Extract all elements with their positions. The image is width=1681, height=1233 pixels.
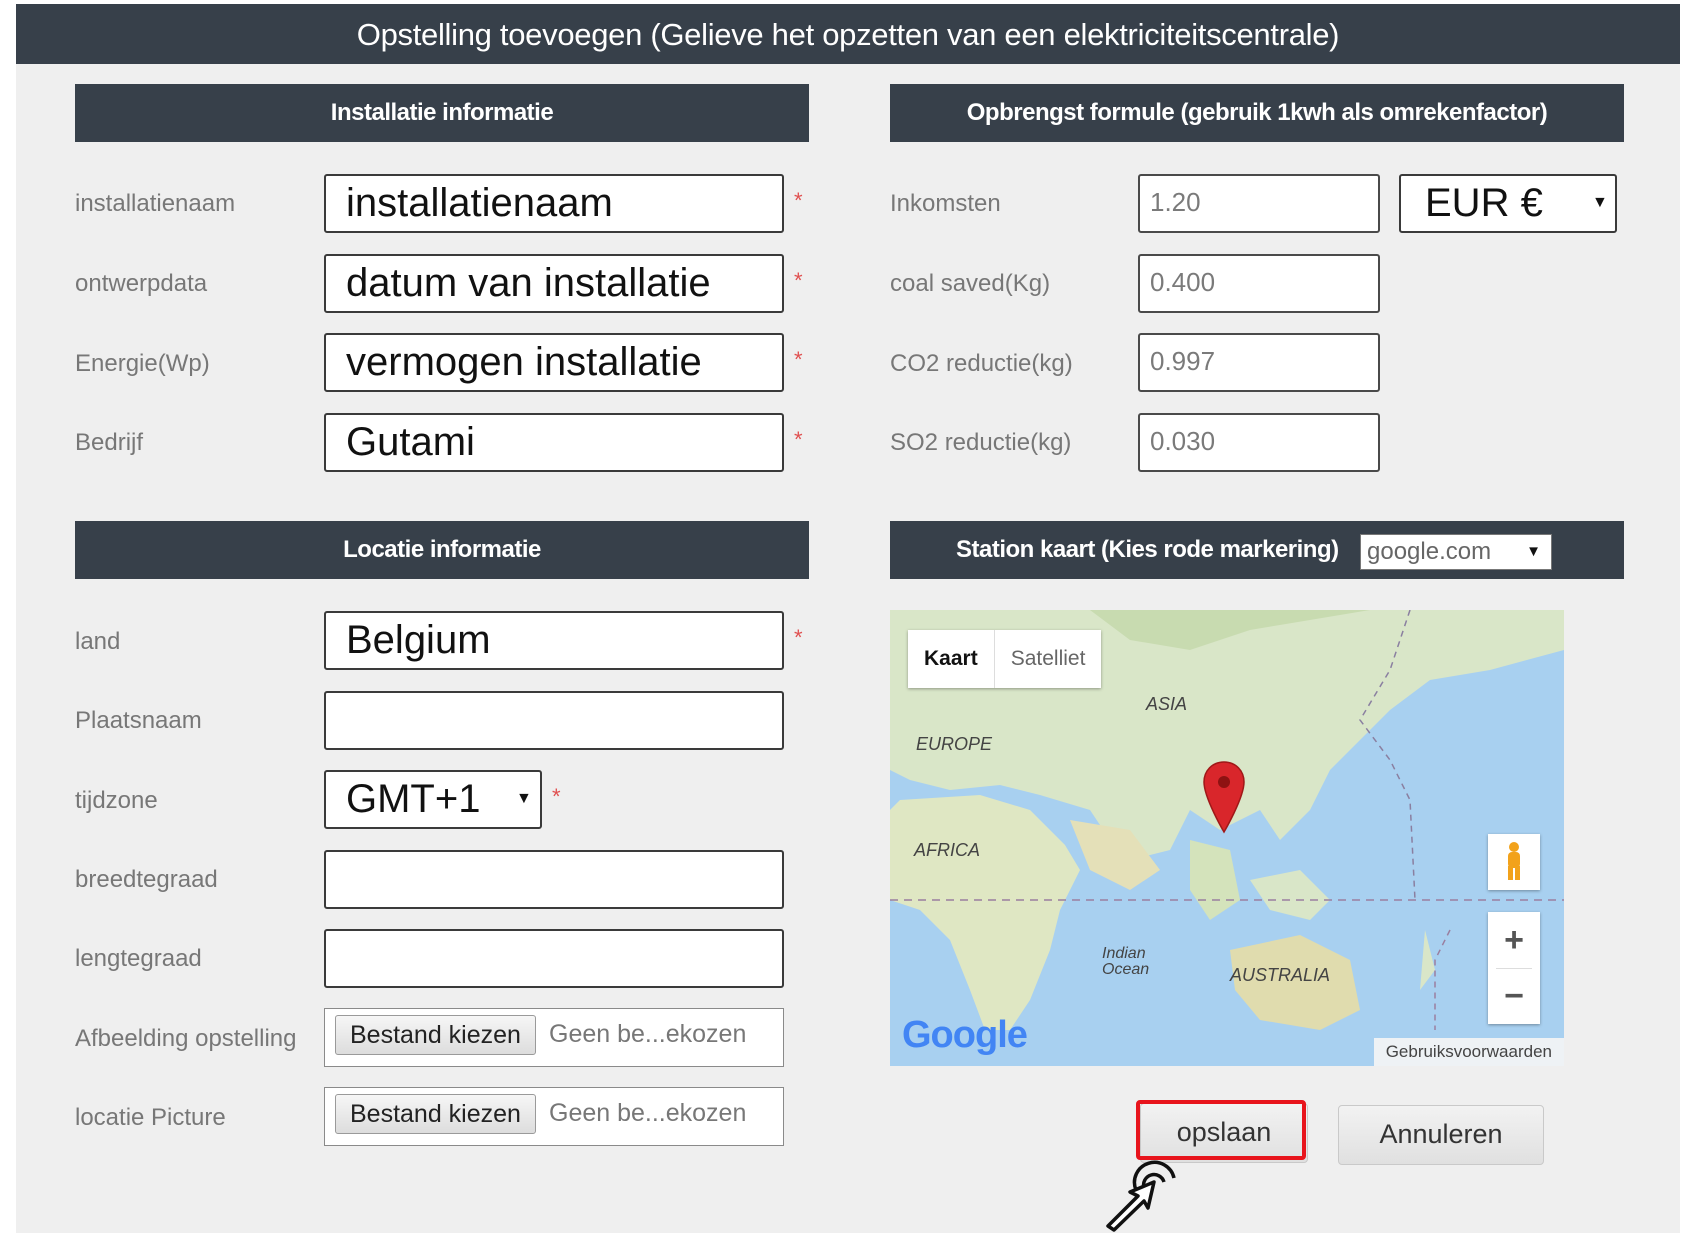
map-label-indian-ocean: Indian Ocean	[1102, 946, 1149, 978]
map-provider-value: google.com	[1367, 538, 1492, 565]
timezone-select[interactable]: GMT+1	[324, 770, 542, 829]
co2-reduction-label: CO2 reductie(kg)	[890, 350, 1073, 377]
city-input[interactable]	[324, 691, 784, 750]
dialog-title: Opstelling toevoegen (Gelieve het opzett…	[16, 4, 1680, 64]
installation-name-label: installatienaam	[75, 190, 236, 217]
timezone-value: GMT+1	[346, 777, 481, 821]
map-type-tabs: Kaart Satelliet	[908, 630, 1102, 688]
latitude-label: breedtegraad	[75, 866, 218, 893]
required-marker: *	[794, 188, 803, 213]
design-date-label: ontwerpdata	[75, 270, 208, 297]
zoom-controls: + −	[1488, 912, 1540, 1024]
chevron-down-icon: ▼	[1592, 194, 1608, 211]
location-picture-upload: Bestand kiezen Geen be...ekozen	[324, 1087, 784, 1146]
company-label: Bedrijf	[75, 429, 144, 456]
map-tab-satellite[interactable]: Satelliet	[993, 630, 1102, 688]
required-marker: *	[794, 268, 803, 293]
longitude-label: lengtegraad	[75, 945, 202, 972]
map-label-africa: AFRICA	[914, 840, 981, 860]
energy-input[interactable]: vermogen installatie	[324, 333, 784, 392]
company-input[interactable]: Gutami	[324, 413, 784, 472]
latitude-input[interactable]	[324, 850, 784, 909]
map-label-indian: Indian	[1102, 945, 1146, 962]
map-terms-link[interactable]: Gebruiksvoorwaarden	[1373, 1038, 1564, 1066]
coal-saved-input[interactable]: 0.400	[1138, 254, 1380, 313]
map-tab-kaart[interactable]: Kaart	[908, 630, 994, 688]
station-map[interactable]: Kaart Satelliet ASIA EUROPE AFRICA India…	[890, 610, 1564, 1066]
choose-file-button[interactable]: Bestand kiezen	[335, 1094, 536, 1134]
timezone-label: tijdzone	[75, 787, 158, 814]
chevron-down-icon: ▼	[1526, 543, 1541, 560]
installation-name-input[interactable]: installatienaam	[324, 174, 784, 233]
no-file-chosen-text: Geen be...ekozen	[549, 1099, 747, 1127]
installation-image-label: Afbeelding opstelling	[75, 1025, 297, 1052]
required-marker: *	[794, 347, 803, 372]
required-marker: *	[794, 427, 803, 452]
required-marker: *	[552, 784, 561, 809]
yield-header: Opbrengst formule (gebruik 1kwh als omre…	[890, 84, 1624, 142]
location-header: Locatie informatie	[75, 521, 809, 579]
chevron-down-icon: ▼	[516, 790, 532, 807]
country-input[interactable]: Belgium	[324, 611, 784, 670]
cancel-button[interactable]: Annuleren	[1338, 1105, 1544, 1165]
longitude-input[interactable]	[324, 929, 784, 988]
map-provider-select[interactable]: google.com ▼	[1360, 534, 1552, 570]
country-label: land	[75, 628, 121, 655]
installation-header: Installatie informatie	[75, 84, 809, 142]
map-label-ocean: Ocean	[1102, 961, 1150, 978]
map-header-title: Station kaart (Kies rode markering)	[956, 536, 1339, 563]
income-label: Inkomsten	[890, 190, 1001, 217]
so2-reduction-input[interactable]: 0.030	[1138, 413, 1380, 472]
choose-file-button[interactable]: Bestand kiezen	[335, 1015, 536, 1055]
city-label: Plaatsnaam	[75, 707, 202, 734]
zoom-in-button[interactable]: +	[1488, 912, 1540, 968]
zoom-out-button[interactable]: −	[1488, 968, 1540, 1024]
map-label-europe: EUROPE	[916, 734, 993, 754]
map-label-asia: ASIA	[1146, 694, 1188, 714]
installation-image-upload: Bestand kiezen Geen be...ekozen	[324, 1008, 784, 1067]
street-view-pegman-icon[interactable]	[1488, 834, 1540, 890]
map-label-australia: AUSTRALIA	[1230, 965, 1331, 985]
location-picture-label: locatie Picture	[75, 1104, 226, 1131]
co2-reduction-input[interactable]: 0.997	[1138, 333, 1380, 392]
map-marker-icon[interactable]	[1202, 760, 1246, 834]
no-file-chosen-text: Geen be...ekozen	[549, 1020, 747, 1048]
google-logo: Google	[902, 1014, 1028, 1056]
energy-label: Energie(Wp)	[75, 350, 210, 377]
click-pointer-icon	[1106, 1160, 1176, 1232]
currency-value: EUR €	[1425, 181, 1543, 225]
required-marker: *	[794, 625, 803, 650]
coal-saved-label: coal saved(Kg)	[890, 270, 1051, 297]
design-date-input[interactable]: datum van installatie	[324, 254, 784, 313]
so2-reduction-label: SO2 reductie(kg)	[890, 429, 1072, 456]
currency-select[interactable]: EUR €	[1399, 174, 1617, 233]
income-input[interactable]: 1.20	[1138, 174, 1380, 233]
